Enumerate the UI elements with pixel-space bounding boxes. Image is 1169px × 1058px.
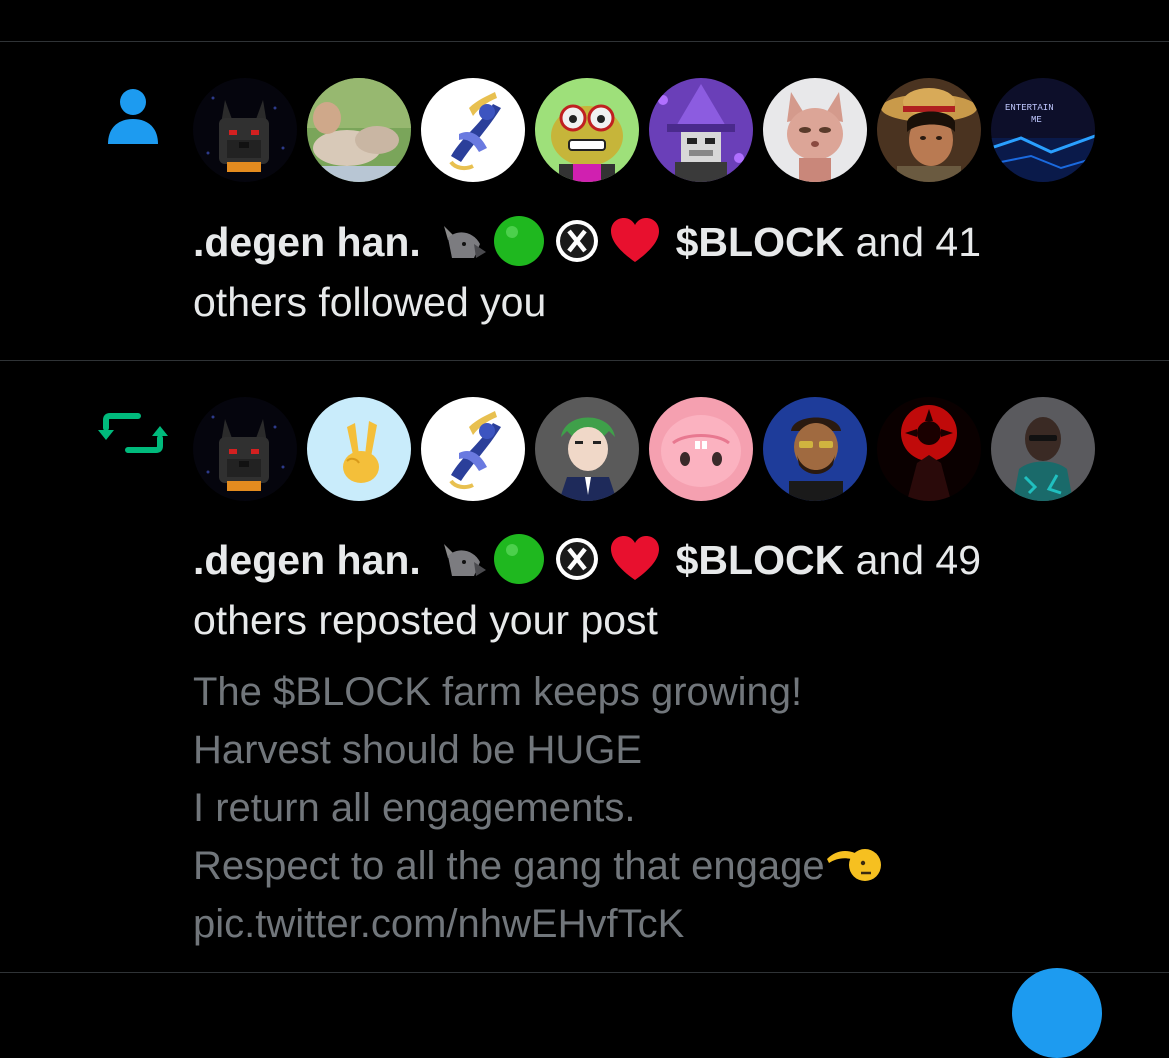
frog-glasses-avatar[interactable] (535, 78, 639, 182)
wolf-emoji (434, 532, 488, 586)
anime-dragon-avatar[interactable] (421, 78, 525, 182)
post-line: Harvest should be HUGE (193, 728, 643, 772)
compose-button[interactable] (1012, 968, 1102, 1058)
pink-creature-avatar[interactable] (649, 397, 753, 501)
others-count: and 41 (844, 219, 981, 265)
red-eye-avatar[interactable] (877, 397, 981, 501)
repost-icon (95, 395, 171, 471)
avatar-row: ENTERTAIN ME (193, 78, 1095, 182)
wolf-avatar[interactable] (193, 78, 297, 182)
wolf-emoji (434, 214, 488, 268)
avatar-row (193, 397, 1095, 501)
svg-text:ME: ME (1031, 115, 1042, 125)
peace-hand-avatar[interactable] (307, 397, 411, 501)
notification-follow[interactable]: ENTERTAIN ME .degen han. $BLOCK and 41 o… (0, 42, 1169, 360)
red-heart-emoji (608, 532, 662, 586)
straw-hat-avatar[interactable] (877, 78, 981, 182)
saluting-face-emoji (825, 841, 881, 887)
follow-second-line: others followed you (193, 279, 547, 326)
post-line: Respect to all the gang that engage (193, 844, 825, 888)
landscape-avatar[interactable] (307, 78, 411, 182)
red-heart-emoji (608, 214, 662, 268)
block-tag[interactable]: $BLOCK (676, 219, 845, 265)
dark-figure-avatar[interactable] (991, 397, 1095, 501)
cat-avatar[interactable] (763, 78, 867, 182)
bearded-man-avatar[interactable] (763, 397, 867, 501)
wolf-avatar[interactable] (193, 397, 297, 501)
post-line-with-emoji: Respect to all the gang that engage (193, 837, 1133, 895)
svg-text:ENTERTAIN: ENTERTAIN (1005, 103, 1054, 113)
post-line: The $BLOCK farm keeps growing! (193, 670, 803, 714)
green-circle-emoji (492, 214, 546, 268)
green-hair-avatar[interactable] (535, 397, 639, 501)
post-link[interactable]: pic.twitter.com/nhwEHvfTcK (193, 895, 1133, 953)
block-tag[interactable]: $BLOCK (676, 537, 845, 583)
actor-name[interactable]: .degen han. (193, 537, 421, 583)
x-circle-emoji (550, 532, 604, 586)
divider-bottom (0, 972, 1169, 973)
actor-name[interactable]: .degen han. (193, 219, 421, 265)
follow-headline: .degen han. $BLOCK and 41 others followe… (193, 212, 1093, 332)
reposted-post-text[interactable]: The $BLOCK farm keeps growing! Harvest s… (193, 663, 1133, 953)
anime-dragon-avatar[interactable] (421, 397, 525, 501)
x-circle-emoji (550, 214, 604, 268)
green-circle-emoji (492, 532, 546, 586)
repost-headline: .degen han. $BLOCK and 49 others reposte… (193, 530, 1093, 650)
notification-repost[interactable]: .degen han. $BLOCK and 49 others reposte… (0, 361, 1169, 973)
person-icon (95, 79, 171, 155)
pixel-wizard-avatar[interactable] (649, 78, 753, 182)
entertain-me-avatar[interactable]: ENTERTAIN ME (991, 78, 1095, 182)
repost-second-line: others reposted your post (193, 597, 658, 644)
post-line: I return all engagements. (193, 786, 636, 830)
others-count: and 49 (844, 537, 981, 583)
